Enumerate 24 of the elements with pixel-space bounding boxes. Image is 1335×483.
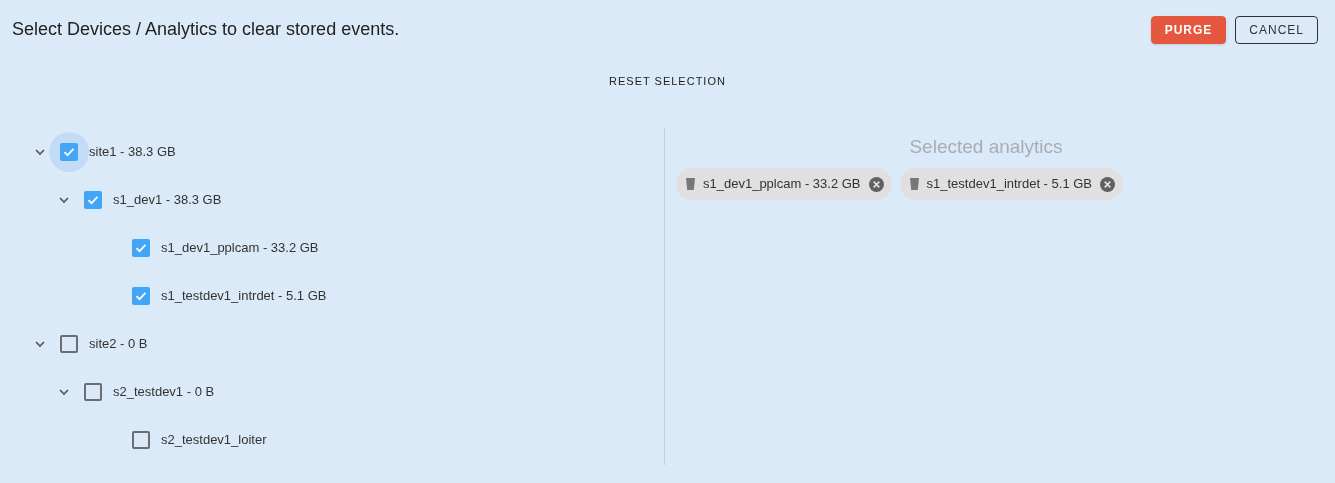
tree-item-label: s1_testdev1_intrdet - 5.1 GB [161,286,327,305]
cup-icon [909,178,919,190]
remove-icon[interactable] [1100,176,1116,192]
checkbox[interactable] [84,382,102,401]
selected-chip: s1_testdev1_intrdet - 5.1 GB [899,168,1124,200]
tree-item-label: site1 - 38.3 GB [89,142,176,161]
remove-icon[interactable] [868,176,884,192]
checkbox[interactable] [132,430,150,449]
tree-item-label: s1_dev1 - 38.3 GB [113,190,222,209]
checkbox[interactable] [60,334,78,353]
tree-item-label: s2_testdev1 - 0 B [113,382,215,401]
tree-item-label: s1_dev1_pplcam - 33.2 GB [161,238,319,257]
dialog-title: Select Devices / Analytics to clear stored events. [12,18,400,41]
checkbox[interactable] [132,238,150,257]
checkbox[interactable] [132,286,150,305]
panel-heading: Selected analytics [908,134,1064,159]
selected-chip: s1_dev1_pplcam - 33.2 GB [676,168,892,200]
cup-icon [686,178,695,190]
purge-button[interactable]: PURGE [1150,15,1227,44]
tree-item-label: site2 - 0 B [89,334,148,353]
reset-selection-button[interactable]: RESET SELECTION [601,69,734,94]
cancel-button[interactable]: CANCEL [1235,15,1318,44]
checkbox[interactable] [84,190,102,209]
tree-item-label: s2_testdev1_loiter [161,430,267,449]
